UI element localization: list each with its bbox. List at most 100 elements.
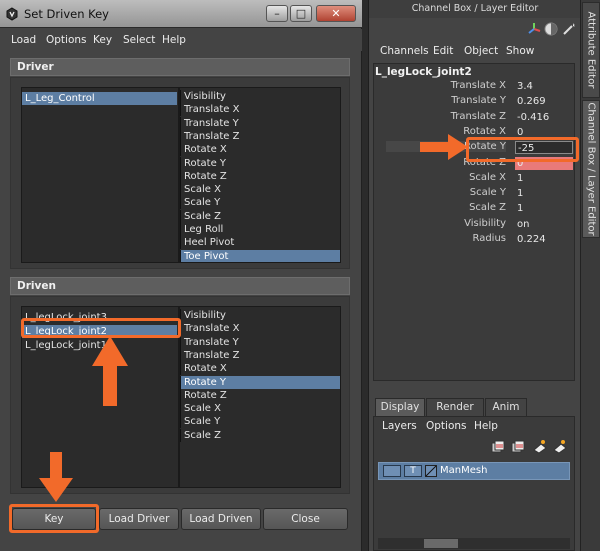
menu-edit[interactable]: Edit (433, 45, 453, 57)
menu-layer-help[interactable]: Help (474, 420, 498, 432)
channel-visibility-value[interactable]: on (515, 218, 573, 231)
driver-attr-heel-pivot[interactable]: Heel Pivot (180, 236, 340, 250)
driver-attr-rotate-y[interactable]: Rotate Y (180, 156, 340, 170)
menu-help[interactable]: Help (162, 34, 186, 46)
maximize-button[interactable]: □ (290, 5, 312, 22)
layer-row[interactable]: T ManMesh (378, 462, 570, 480)
channel-box-toolbar (369, 18, 581, 40)
highlight-rotate-y-value (466, 137, 579, 162)
menu-show[interactable]: Show (506, 45, 534, 57)
driver-attribute-list[interactable]: Visibility Translate X Translate Y Translat… (179, 87, 341, 263)
driver-attr-scale-z[interactable]: Scale Z (180, 209, 340, 223)
driven-attribute-list[interactable]: Visibility Translate X Translate Y Translat… (179, 306, 341, 488)
menu-bar: Load Options Key Select Help (0, 29, 362, 51)
channel-translate-x-label[interactable]: Translate X (386, 80, 506, 91)
minimize-button[interactable]: – (266, 5, 288, 22)
channel-radius-value[interactable]: 0.224 (515, 233, 573, 246)
layer-option-icon[interactable] (552, 439, 568, 455)
channel-scale-z-label[interactable]: Scale Z (386, 202, 506, 213)
scrollbar-thumb[interactable] (424, 539, 458, 548)
channel-scale-y-value[interactable]: 1 (515, 187, 573, 200)
axis-icon[interactable] (527, 22, 541, 36)
menu-layers[interactable]: Layers (382, 420, 417, 432)
driven-attr-scale-z[interactable]: Scale Z (180, 428, 340, 442)
driver-attr-translate-z[interactable]: Translate Z (180, 129, 340, 143)
channel-translate-z-value[interactable]: -0.416 (515, 111, 573, 124)
driver-attr-translate-y[interactable]: Translate Y (180, 116, 340, 130)
driver-attr-rotate-z[interactable]: Rotate Z (180, 169, 340, 183)
channel-box-menu-bar: Channels Edit Object Show (369, 40, 581, 60)
close-window-button[interactable]: ✕ (316, 5, 356, 22)
channel-scale-x-label[interactable]: Scale X (386, 172, 506, 183)
channel-box-panel: Channel Box / Layer Editor Channels Edit… (368, 0, 581, 551)
tab-attribute-editor[interactable]: Attribute Editor (582, 2, 600, 98)
driver-attr-scale-y[interactable]: Scale Y (180, 196, 340, 210)
menu-select[interactable]: Select (123, 34, 155, 46)
driven-attr-scale-y[interactable]: Scale Y (180, 415, 340, 429)
highlight-key-button (9, 504, 99, 533)
driver-attr-rotate-x[interactable]: Rotate X (180, 143, 340, 157)
driver-section-header[interactable]: Driver (10, 58, 350, 76)
driven-attr-rotate-z[interactable]: Rotate Z (180, 388, 340, 402)
driver-object-list[interactable]: L_Leg_Control (21, 87, 179, 263)
close-button[interactable]: Close (263, 508, 348, 530)
tab-anim[interactable]: Anim (485, 398, 527, 416)
window-title-bar[interactable]: Set Driven Key – □ ✕ (0, 0, 362, 28)
load-driven-button[interactable]: Load Driven (181, 508, 261, 530)
highlight-driven-object (21, 318, 181, 338)
channel-translate-y-label[interactable]: Translate Y (386, 95, 506, 106)
new-layer-selected-icon[interactable] (510, 439, 526, 455)
channel-visibility-label[interactable]: Visibility (386, 218, 506, 229)
driven-attr-rotate-x[interactable]: Rotate X (180, 362, 340, 376)
object-name: L_legLock_joint2 (375, 66, 472, 78)
driver-attr-visibility[interactable]: Visibility (180, 90, 340, 103)
horizontal-scrollbar[interactable] (378, 538, 570, 549)
load-driver-button[interactable]: Load Driver (99, 508, 179, 530)
driven-section-header[interactable]: Driven (10, 277, 350, 295)
driver-object-item[interactable]: L_Leg_Control (22, 92, 177, 105)
tab-attribute-editor-label: Attribute Editor (585, 11, 597, 89)
side-tab-strip: Attribute Editor Channel Box / Layer Edi… (580, 0, 600, 551)
layer-visibility-toggle[interactable] (383, 465, 401, 477)
menu-object[interactable]: Object (464, 45, 498, 57)
channel-scale-y-label[interactable]: Scale Y (386, 187, 506, 198)
menu-key[interactable]: Key (93, 34, 112, 46)
channel-translate-z-label[interactable]: Translate Z (386, 111, 506, 122)
channel-translate-y-value[interactable]: 0.269 (515, 95, 573, 108)
driven-attr-translate-y[interactable]: Translate Y (180, 335, 340, 349)
layer-editor-panel: Layers Options Help T ManMesh (373, 416, 575, 551)
channel-translate-x-value[interactable]: 3.4 (515, 80, 573, 93)
layer-type-toggle[interactable]: T (404, 465, 422, 477)
tab-channel-box-layer-editor[interactable]: Channel Box / Layer Editor (582, 100, 600, 238)
driver-attr-leg-roll[interactable]: Leg Roll (180, 223, 340, 236)
menu-options[interactable]: Options (46, 34, 87, 46)
channel-scale-x-value[interactable]: 1 (515, 172, 573, 185)
half-circle-icon[interactable] (544, 22, 558, 36)
menu-layer-options[interactable]: Options (426, 420, 467, 432)
driver-attr-toe-pivot[interactable]: Toe Pivot (180, 249, 340, 262)
tab-render[interactable]: Render (426, 398, 484, 416)
driver-attr-translate-x[interactable]: Translate X (180, 103, 340, 117)
driven-attr-translate-z[interactable]: Translate Z (180, 348, 340, 362)
arrow-up-annotation (92, 336, 128, 406)
new-layer-icon[interactable] (490, 439, 506, 455)
menu-channels[interactable]: Channels (380, 45, 429, 57)
menu-load[interactable]: Load (11, 34, 36, 46)
window-title: Set Driven Key (24, 7, 109, 21)
layer-name: ManMesh (440, 465, 488, 476)
driven-attr-rotate-y[interactable]: Rotate Y (180, 375, 340, 389)
arrow-right-annotation (420, 134, 468, 160)
channel-radius-label[interactable]: Radius (386, 233, 506, 244)
driver-attr-scale-x[interactable]: Scale X (180, 183, 340, 197)
arrow-down-annotation (39, 452, 73, 502)
layer-option-icon[interactable] (532, 439, 548, 455)
channel-scale-z-value[interactable]: 1 (515, 202, 573, 215)
maya-app-icon (6, 7, 18, 21)
magic-wand-icon[interactable] (562, 22, 576, 36)
driven-attr-scale-x[interactable]: Scale X (180, 402, 340, 416)
driven-attr-visibility[interactable]: Visibility (180, 309, 340, 322)
driven-attr-translate-x[interactable]: Translate X (180, 322, 340, 336)
tab-channel-box-label: Channel Box / Layer Editor (585, 102, 597, 236)
layer-color-icon[interactable] (425, 465, 437, 477)
tab-display[interactable]: Display (375, 398, 425, 416)
